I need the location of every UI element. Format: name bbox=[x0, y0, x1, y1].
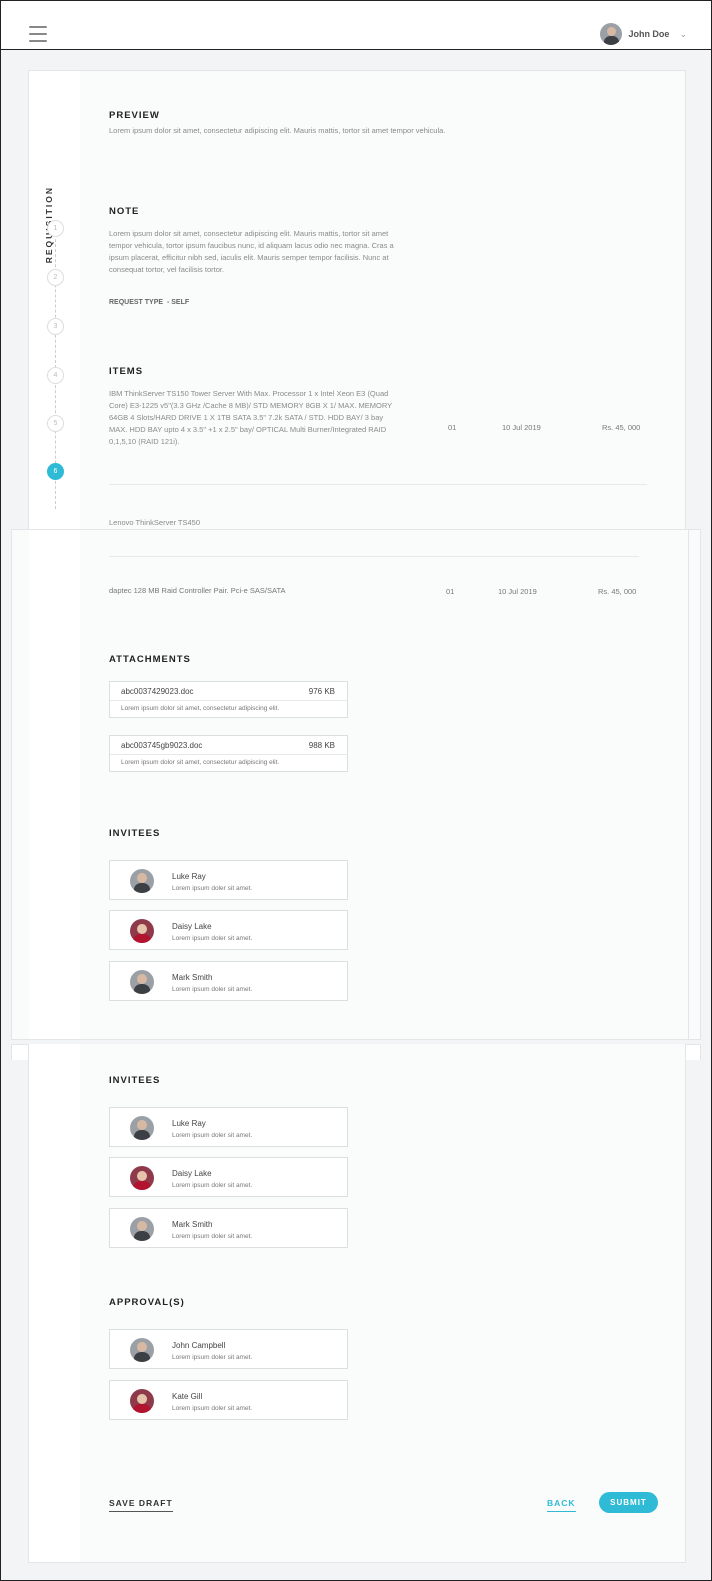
avatar bbox=[130, 1217, 154, 1241]
item-quantity: 01 bbox=[446, 587, 455, 596]
preview-title: PREVIEW bbox=[109, 110, 160, 121]
person-name: Luke Ray bbox=[172, 1119, 206, 1128]
avatar bbox=[130, 869, 154, 893]
person-description: Lorem ipsum doler sit amet. bbox=[172, 1132, 253, 1139]
person-name: Mark Smith bbox=[172, 973, 213, 982]
item-date: 10 Jul 2019 bbox=[502, 423, 541, 432]
divider bbox=[110, 700, 347, 701]
divider bbox=[109, 484, 647, 485]
step-6[interactable]: 6 bbox=[47, 463, 64, 480]
approver-card[interactable]: Kate Gill Lorem ipsum doler sit amet. bbox=[109, 1380, 348, 1420]
person-name: Daisy Lake bbox=[172, 1169, 212, 1178]
attachments-title: ATTACHMENTS bbox=[109, 654, 191, 665]
approver-card[interactable]: John Campbell Lorem ipsum doler sit amet… bbox=[109, 1329, 348, 1369]
person-description: Lorem ipsum doler sit amet. bbox=[172, 1354, 253, 1361]
avatar bbox=[130, 1389, 154, 1413]
person-description: Lorem ipsum doler sit amet. bbox=[172, 1233, 253, 1240]
invitee-card[interactable]: Daisy Lake Lorem ipsum doler sit amet. bbox=[109, 910, 348, 950]
step-rail: REQUISITION 1 2 3 4 5 6 bbox=[29, 71, 80, 531]
item-description: IBM ThinkServer TS150 Tower Server With … bbox=[109, 389, 393, 446]
invitee-card[interactable]: Luke Ray Lorem ipsum doler sit amet. bbox=[109, 860, 348, 900]
divider bbox=[109, 556, 639, 557]
attachment-size: 988 KB bbox=[308, 741, 335, 750]
avatar bbox=[130, 1116, 154, 1140]
avatar bbox=[600, 23, 623, 45]
person-name: John Campbell bbox=[172, 1341, 226, 1350]
person-description: Lorem ipsum doler sit amet. bbox=[172, 935, 253, 942]
person-name: Kate Gill bbox=[172, 1392, 203, 1401]
invitee-card[interactable]: Mark Smith Lorem ipsum doler sit amet. bbox=[109, 961, 348, 1001]
item-date: 10 Jul 2019 bbox=[498, 587, 537, 596]
top-bar: John Doe ⌄ bbox=[1, 1, 711, 50]
preview-text: Lorem ipsum dolor sit amet, consectetur … bbox=[109, 126, 446, 135]
person-description: Lorem ipsum doler sit amet. bbox=[172, 1182, 253, 1189]
step-1[interactable]: 1 bbox=[47, 220, 64, 237]
step-4[interactable]: 4 bbox=[47, 367, 64, 384]
card-edge bbox=[688, 530, 689, 1039]
item-price: Rs. 45, 000 bbox=[602, 423, 641, 432]
person-description: Lorem ipsum doler sit amet. bbox=[172, 885, 253, 892]
save-draft-button[interactable]: SAVE DRAFT bbox=[109, 1498, 173, 1512]
rail-spacer bbox=[29, 1044, 80, 1562]
items-title: ITEMS bbox=[109, 366, 144, 377]
attachment-description: Lorem ipsum dolor sit amet, consectetur … bbox=[121, 705, 280, 712]
attachment-card[interactable]: abc0037429023.doc 976 KB Lorem ipsum dol… bbox=[109, 681, 348, 718]
avatar bbox=[130, 970, 154, 994]
person-description: Lorem ipsum doler sit amet. bbox=[172, 1405, 253, 1412]
request-type: REQUEST TYPE - SELF bbox=[109, 299, 190, 306]
avatar bbox=[130, 1166, 154, 1190]
invitees-title: INVITEES bbox=[109, 828, 161, 839]
attachment-filename: abc003745gb9023.doc bbox=[121, 741, 203, 750]
invitee-card[interactable]: Daisy Lake Lorem ipsum doler sit amet. bbox=[109, 1157, 348, 1197]
approvals-title: APPROVAL(S) bbox=[109, 1297, 185, 1308]
note-text: Lorem ipsum dolor sit amet, consectetur … bbox=[109, 229, 394, 274]
user-menu[interactable]: John Doe ⌄ bbox=[600, 23, 687, 45]
attachment-size: 976 KB bbox=[308, 687, 335, 696]
submit-button[interactable]: SUBMIT bbox=[599, 1492, 658, 1513]
attachment-card[interactable]: abc003745gb9023.doc 988 KB Lorem ipsum d… bbox=[109, 735, 348, 772]
person-name: Daisy Lake bbox=[172, 922, 212, 931]
item-price: Rs. 45, 000 bbox=[598, 587, 637, 596]
step-3[interactable]: 3 bbox=[47, 318, 64, 335]
divider bbox=[110, 754, 347, 755]
invitee-card[interactable]: Mark Smith Lorem ipsum doler sit amet. bbox=[109, 1208, 348, 1248]
back-button[interactable]: BACK bbox=[547, 1498, 576, 1512]
item-description-2: Lenovo ThinkServer TS450 bbox=[109, 518, 201, 527]
avatar bbox=[130, 1338, 154, 1362]
attachment-description: Lorem ipsum dolor sit amet, consectetur … bbox=[121, 759, 280, 766]
attachment-filename: abc0037429023.doc bbox=[121, 687, 194, 696]
invitees-title: INVITEES bbox=[109, 1075, 161, 1086]
rail-spacer bbox=[29, 530, 80, 1039]
user-name: John Doe bbox=[628, 29, 670, 39]
avatar bbox=[130, 919, 154, 943]
hamburger-menu-icon[interactable] bbox=[29, 26, 47, 42]
note-title: NOTE bbox=[109, 206, 140, 217]
item-description-3: daptec 128 MB Raid Controller Pair. Pci-… bbox=[109, 586, 286, 595]
step-5[interactable]: 5 bbox=[47, 415, 64, 432]
chevron-down-icon[interactable]: ⌄ bbox=[679, 29, 687, 40]
item-quantity: 01 bbox=[448, 423, 457, 432]
invitee-card[interactable]: Luke Ray Lorem ipsum doler sit amet. bbox=[109, 1107, 348, 1147]
step-2[interactable]: 2 bbox=[47, 269, 64, 286]
person-name: Luke Ray bbox=[172, 872, 206, 881]
person-name: Mark Smith bbox=[172, 1220, 213, 1229]
person-description: Lorem ipsum doler sit amet. bbox=[172, 986, 253, 993]
